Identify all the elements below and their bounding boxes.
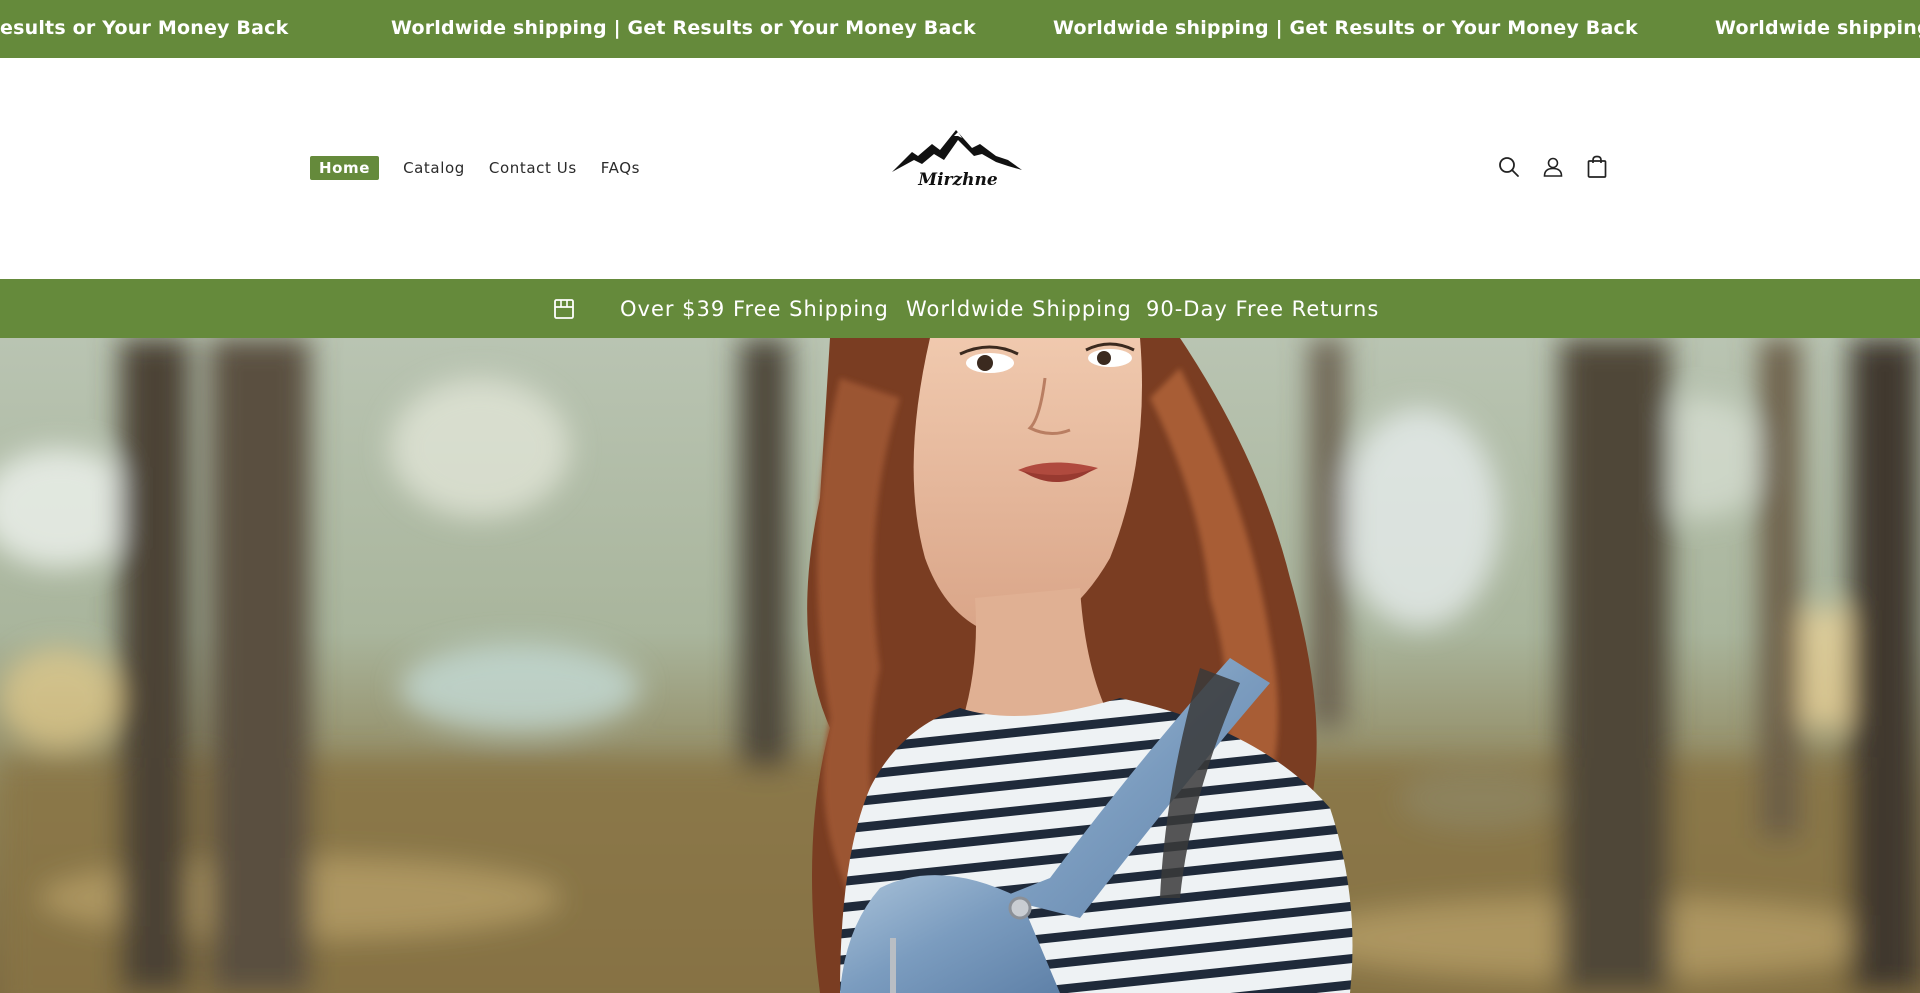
announcement-text: Worldwide shipping <box>1715 17 1920 39</box>
hero-banner <box>0 338 1920 993</box>
logo-text: Mirzhne <box>918 170 998 190</box>
site-logo[interactable]: Mirzhne <box>888 126 1028 198</box>
cart-icon[interactable] <box>1584 154 1610 180</box>
main-nav: Home Catalog Contact Us FAQs <box>310 156 664 180</box>
announcement-text: Worldwide shipping | Get Results or Your… <box>1053 17 1638 39</box>
benefit-free-returns: 90-Day Free Returns <box>1146 297 1380 321</box>
nav-item-faqs[interactable]: FAQs <box>601 158 640 178</box>
site-header: Home Catalog Contact Us FAQs Mirzhne <box>0 58 1920 279</box>
benefit-worldwide-shipping: Worldwide Shipping <box>906 297 1132 321</box>
hero-image <box>0 338 1920 993</box>
nav-item-contact-us[interactable]: Contact Us <box>489 158 577 178</box>
nav-item-catalog[interactable]: Catalog <box>403 158 465 178</box>
search-icon[interactable] <box>1496 154 1522 180</box>
account-icon[interactable] <box>1540 154 1566 180</box>
nav-item-home[interactable]: Home <box>310 156 380 180</box>
benefits-bar: Over $39 Free Shipping Worldwide Shippin… <box>0 279 1920 338</box>
announcement-bar: esults or Your Money Back Worldwide ship… <box>0 0 1920 58</box>
benefit-free-shipping: Over $39 Free Shipping <box>620 297 889 321</box>
announcement-text: Worldwide shipping | Get Results or Your… <box>391 17 976 39</box>
header-icons <box>1496 154 1610 180</box>
store-icon <box>554 299 574 319</box>
announcement-text: esults or Your Money Back <box>0 17 289 39</box>
